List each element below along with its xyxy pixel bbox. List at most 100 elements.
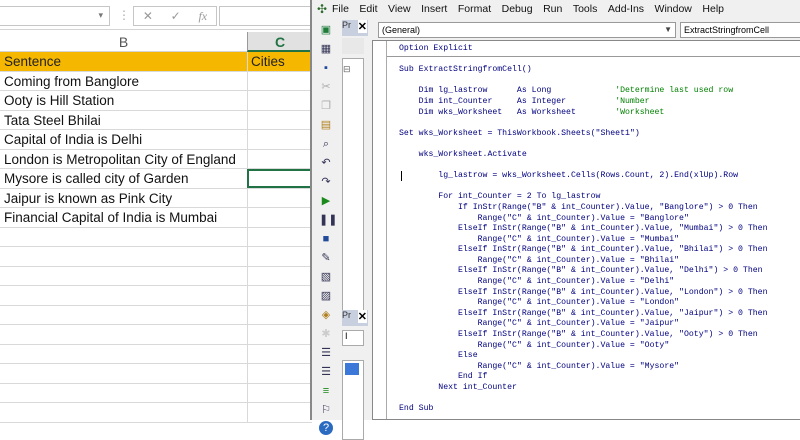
project-tree[interactable]: ⊟ (342, 58, 364, 316)
save-icon[interactable]: ▪ (319, 60, 333, 76)
bookmark-icon[interactable]: ⚐ (319, 402, 333, 418)
excel-icon[interactable]: ▣ (319, 22, 333, 38)
toggle-folders-icon[interactable] (342, 38, 364, 54)
cell-c[interactable] (247, 149, 312, 168)
cell-c[interactable]: Cities (247, 52, 312, 71)
function-icon[interactable]: fx (198, 9, 207, 24)
cell-b[interactable]: Mysore is called city of Garden (0, 169, 247, 188)
copy-icon[interactable]: ❐ (319, 98, 333, 114)
cell-c[interactable] (247, 169, 312, 188)
toolbox-icon[interactable]: ✱ (319, 326, 333, 342)
cell-b[interactable]: Tata Steel Bhilai (0, 111, 247, 130)
cell-b[interactable]: Ooty is Hill Station (0, 91, 247, 110)
code-line: Range("C" & int_Counter).Value = "Delhi" (399, 277, 768, 288)
indent-icon[interactable]: ☰ (319, 345, 333, 361)
cell-c[interactable] (247, 344, 312, 363)
find-icon[interactable]: ⌕ (319, 136, 333, 152)
menu-edit[interactable]: Edit (359, 3, 377, 15)
cell-c[interactable] (247, 305, 312, 324)
cell-c[interactable] (247, 325, 312, 344)
design-mode-icon[interactable]: ✎ (319, 250, 333, 266)
column-header-c[interactable]: C (247, 32, 312, 52)
break-icon[interactable]: ❚❚ (319, 212, 337, 228)
cell-b[interactable]: Coming from Banglore (0, 72, 247, 91)
cell-b[interactable] (0, 286, 247, 305)
code-line: End If (399, 372, 768, 383)
cell-b[interactable] (0, 364, 247, 383)
cell-c[interactable] (247, 130, 312, 149)
insert-userform-icon[interactable]: ▦ (319, 41, 333, 57)
close-icon[interactable]: ✕ (357, 20, 367, 33)
menu-help[interactable]: Help (702, 3, 724, 15)
properties-list[interactable] (342, 360, 364, 440)
help-icon[interactable]: ? (319, 421, 333, 435)
cell-b[interactable] (0, 403, 247, 422)
comment-icon[interactable]: ≡ (319, 383, 333, 399)
project-explorer-icon[interactable]: ▧ (319, 269, 333, 285)
cell-c[interactable] (247, 208, 312, 227)
column-header-b[interactable]: B (0, 32, 247, 52)
formula-input[interactable] (219, 6, 312, 26)
cell-b[interactable]: London is Metropolitan City of England (0, 150, 247, 169)
cell-c[interactable] (247, 364, 312, 383)
cell-b[interactable] (0, 325, 247, 344)
cell-c[interactable] (247, 110, 312, 129)
chevron-down-icon[interactable]: ▾ (98, 10, 103, 21)
cell-b[interactable]: Capital of India is Delhi (0, 130, 247, 149)
menu-insert[interactable]: Insert (421, 3, 447, 15)
cell-b[interactable] (0, 345, 247, 364)
cell-c[interactable] (247, 286, 312, 305)
cell-b[interactable] (0, 384, 247, 403)
margin-indicator-bar[interactable] (373, 41, 387, 419)
code-editor[interactable]: Option Explicit Sub ExtractStringfromCell… (372, 40, 800, 420)
paste-icon[interactable]: ▤ (319, 117, 333, 133)
menu-view[interactable]: View (388, 3, 411, 15)
cell-c[interactable] (247, 266, 312, 285)
cell-b[interactable] (0, 306, 247, 325)
properties-icon[interactable]: ▨ (319, 288, 333, 304)
cell-c[interactable] (247, 383, 312, 402)
code-line: Dim lg_lastrow As Long 'Determine last u… (399, 86, 768, 97)
code-comment: 'Worksheet (615, 107, 665, 117)
redo-icon[interactable]: ↷ (319, 174, 333, 190)
menu-window[interactable]: Window (655, 3, 692, 15)
chevron-down-icon[interactable]: ▼ (664, 23, 672, 37)
cell-b[interactable] (0, 267, 247, 286)
menu-tools[interactable]: Tools (573, 3, 598, 15)
cell-b[interactable]: Sentence (0, 52, 247, 71)
cell-b[interactable] (0, 228, 247, 247)
cell-c[interactable] (247, 188, 312, 207)
undo-icon[interactable]: ↶ (319, 155, 333, 171)
outdent-icon[interactable]: ☰ (319, 364, 333, 380)
code-text: Range("C" & int_Counter).Value = "London… (399, 298, 680, 308)
menu-run[interactable]: Run (543, 3, 562, 15)
code-text: Dim int_Counter As Integer (399, 96, 616, 106)
menu-debug[interactable]: Debug (502, 3, 533, 15)
procedure-dropdown[interactable]: ExtractStringfromCell (680, 22, 800, 38)
menu-file[interactable]: File (332, 3, 349, 15)
reset-icon[interactable]: ■ (319, 231, 333, 247)
cell-c[interactable] (247, 403, 312, 422)
menu-format[interactable]: Format (458, 3, 491, 15)
cell-c[interactable] (247, 247, 312, 266)
name-box[interactable]: ▾ (0, 6, 110, 26)
menu-add-ins[interactable]: Add-Ins (608, 3, 644, 15)
cell-c[interactable] (247, 71, 312, 90)
cut-icon[interactable]: ✂ (319, 79, 333, 95)
properties-dropdown[interactable]: I (342, 330, 364, 346)
code-line: ElseIf InStr(Range("B" & int_Counter).Va… (399, 309, 768, 320)
cell-b[interactable] (0, 247, 247, 266)
table-row: Jaipur is known as Pink City (0, 188, 312, 208)
cell-c[interactable] (247, 91, 312, 110)
cancel-icon[interactable]: ✕ (143, 9, 153, 23)
close-icon[interactable]: ✕ (357, 310, 367, 323)
run-icon[interactable]: ▶ (319, 193, 333, 209)
object-dropdown[interactable]: (General) ▼ (378, 22, 676, 38)
cell-c[interactable] (247, 227, 312, 246)
cell-b[interactable]: Financial Capital of India is Mumbai (0, 208, 247, 227)
object-browser-icon[interactable]: ◈ (319, 307, 333, 323)
cell-b[interactable]: Jaipur is known as Pink City (0, 189, 247, 208)
enter-icon[interactable]: ✓ (171, 9, 181, 23)
excel-window: ▾ ⋮ ✕ ✓ fx B C Sentence Cities Coming from… (0, 0, 312, 423)
code-text: Range("C" & int_Counter).Value = "Delhi" (399, 277, 675, 287)
